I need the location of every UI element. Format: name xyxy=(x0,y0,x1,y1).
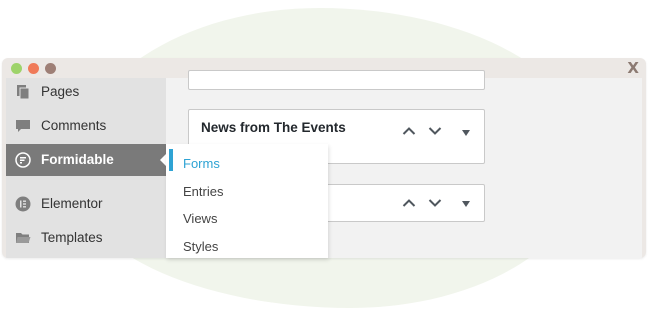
submenu-item-views[interactable]: Views xyxy=(183,211,217,226)
submenu-item-forms[interactable]: Forms xyxy=(183,156,220,171)
sidebar-item-label: Formidable xyxy=(41,152,114,167)
close-button[interactable]: X xyxy=(627,59,639,77)
sidebar-item-comments[interactable]: Comments xyxy=(6,110,166,142)
sidebar-item-templates[interactable]: Templates xyxy=(6,222,166,254)
widget-title: News from The Events xyxy=(201,120,346,135)
window-minimize-dot[interactable] xyxy=(28,63,39,74)
formidable-icon xyxy=(15,152,31,168)
sidebar-item-formidable[interactable]: Formidable xyxy=(6,144,167,176)
toggle-caret-icon[interactable] xyxy=(461,129,471,137)
submenu-item-styles[interactable]: Styles xyxy=(183,239,218,254)
window-maximize-dot[interactable] xyxy=(11,63,22,74)
admin-sidebar: Pages Comments Formidable Elementor Temp… xyxy=(6,76,167,258)
dashboard-widget-top xyxy=(188,70,485,90)
toggle-caret-icon[interactable] xyxy=(461,200,471,208)
pages-icon xyxy=(17,85,30,100)
sidebar-item-label: Comments xyxy=(41,118,107,133)
sidebar-item-label: Elementor xyxy=(41,196,103,211)
current-item-indicator xyxy=(169,149,173,171)
submenu-item-entries[interactable]: Entries xyxy=(183,184,223,199)
folder-icon xyxy=(16,233,31,243)
chevron-down-icon[interactable] xyxy=(428,126,442,136)
sidebar-item-label: Pages xyxy=(41,84,80,99)
formidable-submenu: Forms Entries Views Styles xyxy=(166,144,328,258)
sidebar-item-pages[interactable]: Pages xyxy=(6,76,166,108)
window-close-dot[interactable] xyxy=(45,63,56,74)
comments-icon xyxy=(16,120,30,132)
elementor-icon xyxy=(15,196,31,212)
chevron-up-icon[interactable] xyxy=(402,198,416,208)
chevron-down-icon[interactable] xyxy=(428,198,442,208)
sidebar-item-label: Templates xyxy=(41,230,103,245)
sidebar-item-elementor[interactable]: Elementor xyxy=(6,188,166,220)
chevron-up-icon[interactable] xyxy=(402,126,416,136)
